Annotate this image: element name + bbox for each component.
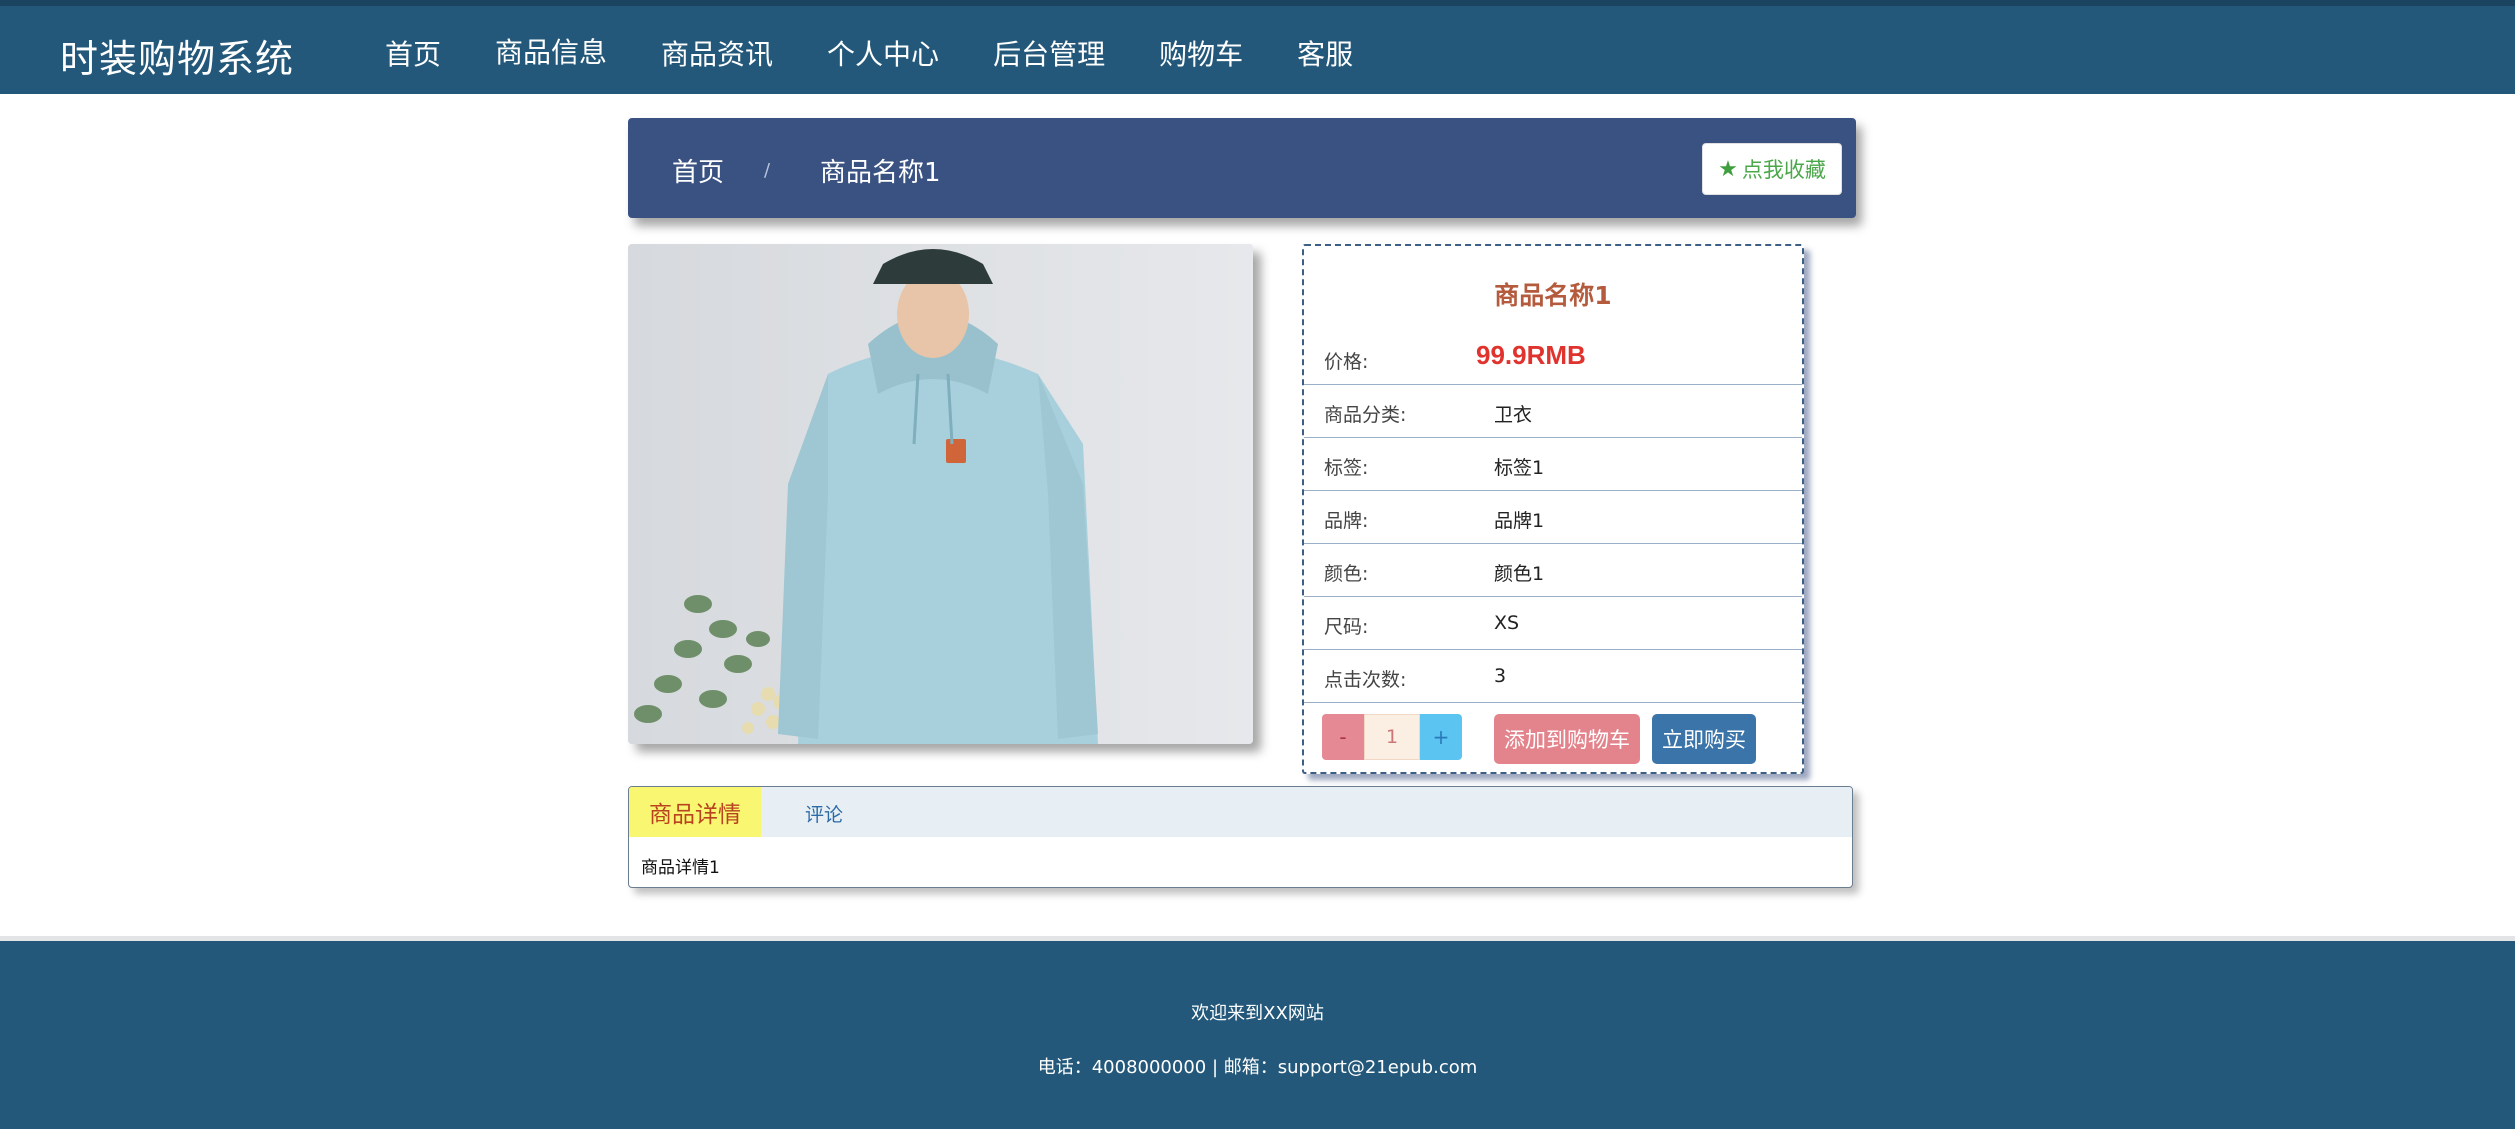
add-to-cart-button[interactable]: 添加到购物车 bbox=[1494, 714, 1640, 764]
favorite-button[interactable]: ★ 点我收藏 bbox=[1702, 143, 1842, 195]
main-nav: 首页 商品信息 商品资讯 个人中心 后台管理 购物车 客服 bbox=[360, 6, 1382, 100]
breadcrumb: 首页 / 商品名称1 ★ 点我收藏 bbox=[628, 118, 1856, 218]
color-value: 颜色1 bbox=[1494, 563, 1545, 585]
clicks-row: 点击次数: 3 bbox=[1304, 650, 1802, 703]
breadcrumb-home-link[interactable]: 首页 bbox=[672, 152, 724, 189]
nav-item-news[interactable]: 商品资讯 bbox=[636, 6, 798, 100]
category-value: 卫衣 bbox=[1494, 404, 1533, 426]
product-tabs: 商品详情 评论 商品详情1 bbox=[628, 786, 1853, 888]
nav-item-profile[interactable]: 个人中心 bbox=[802, 6, 964, 100]
tab-header: 商品详情 评论 bbox=[629, 787, 1852, 837]
nav-item-products[interactable]: 商品信息 bbox=[470, 6, 633, 100]
price-value: 99.9RMB bbox=[1476, 340, 1586, 370]
tab-reviews[interactable]: 评论 bbox=[805, 800, 843, 827]
nav-item-home[interactable]: 首页 bbox=[360, 6, 466, 100]
footer-contact-text: 电话：4008000000 | 邮箱：support@21epub.com bbox=[1037, 1057, 1478, 1078]
quantity-decrease-button[interactable]: - bbox=[1322, 714, 1364, 760]
quantity-stepper: - 1 + bbox=[1322, 714, 1462, 760]
brand-value: 品牌1 bbox=[1494, 510, 1545, 532]
favorite-button-label: 点我收藏 bbox=[1741, 158, 1826, 182]
buy-now-button[interactable]: 立即购买 bbox=[1652, 714, 1756, 764]
nav-item-cart[interactable]: 购物车 bbox=[1134, 6, 1268, 100]
top-navbar: 时装购物系统 首页 商品信息 商品资讯 个人中心 后台管理 购物车 客服 bbox=[0, 0, 2515, 100]
brand-label: 品牌: bbox=[1324, 510, 1369, 532]
clicks-label: 点击次数: bbox=[1324, 669, 1407, 691]
color-row: 颜色: 颜色1 bbox=[1304, 544, 1802, 597]
tab-product-detail[interactable]: 商品详情 bbox=[629, 787, 761, 837]
product-title: 商品名称1 bbox=[1494, 281, 1612, 310]
clicks-value: 3 bbox=[1494, 665, 1507, 687]
product-info-panel: 商品名称1 价格: 99.9RMB 商品分类: 卫衣 标签: 标签1 品牌: 品… bbox=[1302, 244, 1804, 774]
brand-row: 品牌: 品牌1 bbox=[1304, 491, 1802, 544]
tag-label: 标签: bbox=[1324, 457, 1369, 479]
color-label: 颜色: bbox=[1324, 563, 1369, 585]
product-image bbox=[628, 244, 1253, 744]
tag-row: 标签: 标签1 bbox=[1304, 438, 1802, 491]
quantity-input[interactable]: 1 bbox=[1364, 714, 1420, 760]
breadcrumb-current: 商品名称1 bbox=[820, 158, 941, 188]
tag-value: 标签1 bbox=[1494, 457, 1545, 479]
nav-item-service[interactable]: 客服 bbox=[1272, 6, 1378, 100]
footer: 欢迎来到XX网站 电话：4008000000 | 邮箱：support@21ep… bbox=[0, 936, 2515, 1129]
size-label: 尺码: bbox=[1324, 616, 1369, 638]
price-row: 价格: 99.9RMB bbox=[1304, 332, 1802, 385]
nav-item-admin[interactable]: 后台管理 bbox=[968, 6, 1130, 100]
size-row: 尺码: XS bbox=[1304, 597, 1802, 650]
footer-welcome-text: 欢迎来到XX网站 bbox=[1191, 1003, 1324, 1024]
product-detail-content: 商品详情1 bbox=[641, 858, 720, 878]
quantity-increase-button[interactable]: + bbox=[1420, 714, 1462, 760]
size-value: XS bbox=[1494, 612, 1520, 634]
price-label: 价格: bbox=[1324, 351, 1369, 373]
category-row: 商品分类: 卫衣 bbox=[1304, 385, 1802, 438]
star-icon: ★ bbox=[1718, 156, 1738, 182]
site-brand[interactable]: 时装购物系统 bbox=[60, 28, 294, 83]
breadcrumb-separator: / bbox=[764, 160, 771, 181]
category-label: 商品分类: bbox=[1324, 404, 1407, 426]
